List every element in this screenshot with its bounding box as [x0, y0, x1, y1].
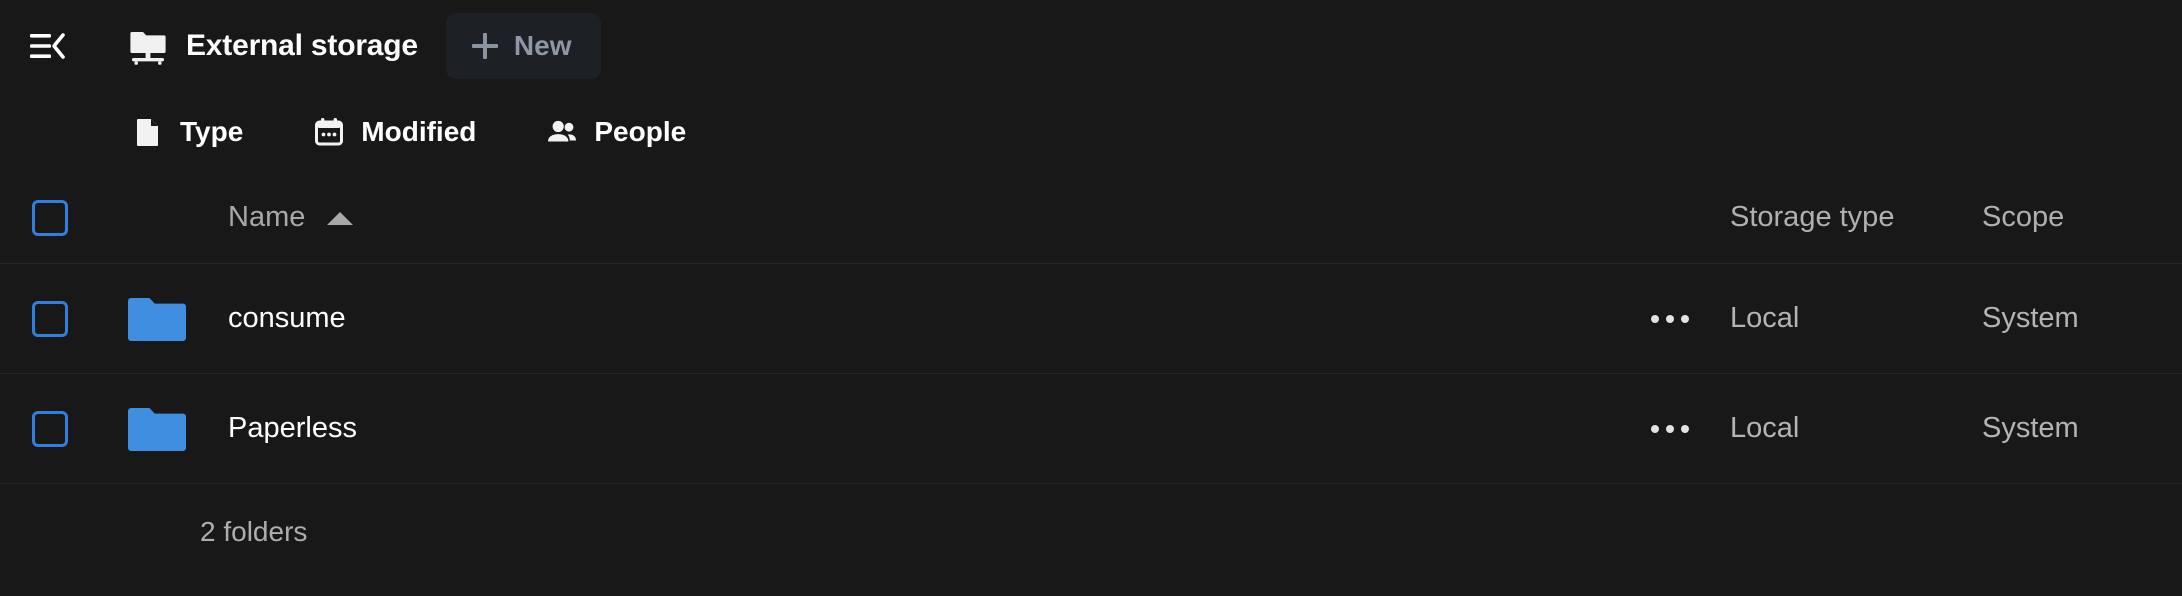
plus-icon: [471, 33, 498, 59]
column-header-storage-type-label: Storage type: [1730, 201, 1895, 233]
page-title: External storage: [186, 29, 418, 62]
table-row[interactable]: Paperless Local System: [0, 374, 2182, 484]
column-header-name-label: Name: [228, 201, 306, 233]
new-button[interactable]: New: [445, 13, 602, 79]
column-header-storage-type[interactable]: Storage type: [1722, 201, 1962, 234]
row-checkbox[interactable]: [32, 300, 68, 337]
more-actions-button[interactable]: [1637, 403, 1703, 455]
row-scope-label: System: [1982, 412, 2079, 444]
filter-chip-people[interactable]: People: [542, 110, 690, 154]
column-header-scope-label: Scope: [1982, 201, 2065, 233]
filter-chip-modified-label: Modified: [361, 116, 477, 147]
table-summary-row: 2 folders: [0, 484, 2182, 580]
filter-chip-modified[interactable]: Modified: [309, 110, 480, 154]
more-actions-icon: [1666, 314, 1674, 323]
row-actions-cell: [1618, 403, 1722, 455]
page-header: External storage New: [0, 0, 2182, 92]
more-actions-icon: [1681, 314, 1689, 323]
calendar-icon: [315, 118, 344, 146]
row-icon-cell: [128, 296, 220, 342]
more-actions-button[interactable]: [1637, 293, 1703, 345]
row-scope-cell: System: [1962, 302, 2182, 335]
row-name-cell[interactable]: consume: [220, 302, 1618, 335]
select-all-cell: [0, 199, 128, 236]
filter-chip-people-label: People: [594, 116, 687, 147]
people-icon: [548, 120, 577, 142]
table-header-row: Name Storage type Scope: [0, 172, 2182, 264]
sidebar-collapse-icon: [30, 33, 65, 59]
row-select-cell: [0, 300, 128, 337]
more-actions-icon: [1681, 424, 1689, 433]
row-select-cell: [0, 410, 128, 447]
row-name-label: Paperless: [228, 412, 357, 444]
row-storage-type-cell: Local: [1722, 302, 1962, 335]
filter-chip-type[interactable]: Type: [128, 110, 247, 154]
file-icon: [137, 119, 158, 146]
row-name-cell[interactable]: Paperless: [220, 412, 1618, 445]
file-table: Name Storage type Scope consume Local Sy…: [0, 172, 2182, 596]
row-storage-type-label: Local: [1730, 412, 1800, 444]
page-title-group: External storage: [128, 26, 418, 66]
filter-bar: Type Modified People: [0, 92, 2182, 172]
new-button-label: New: [513, 30, 572, 61]
row-checkbox[interactable]: [32, 410, 68, 447]
folder-icon: [128, 297, 186, 341]
external-storage-page: External storage New Type Modified Peopl…: [0, 0, 2182, 596]
column-header-name[interactable]: Name: [220, 201, 1618, 234]
select-all-checkbox[interactable]: [32, 199, 68, 236]
sidebar-collapse-button[interactable]: [18, 16, 78, 76]
external-storage-folder-icon: [130, 32, 166, 65]
row-scope-cell: System: [1962, 412, 2182, 445]
more-actions-icon: [1651, 314, 1659, 323]
row-icon-cell: [128, 406, 220, 452]
folder-count-label: 2 folders: [200, 516, 308, 547]
more-actions-icon: [1651, 424, 1659, 433]
column-header-scope[interactable]: Scope: [1962, 201, 2182, 234]
filter-chip-type-label: Type: [180, 116, 244, 147]
table-row[interactable]: consume Local System: [0, 264, 2182, 374]
folder-icon: [128, 407, 186, 451]
sort-ascending-icon: [327, 212, 354, 225]
row-storage-type-cell: Local: [1722, 412, 1962, 445]
row-storage-type-label: Local: [1730, 302, 1800, 334]
more-actions-icon: [1666, 424, 1674, 433]
row-name-label: consume: [228, 302, 346, 334]
row-scope-label: System: [1982, 302, 2079, 334]
row-actions-cell: [1618, 293, 1722, 345]
